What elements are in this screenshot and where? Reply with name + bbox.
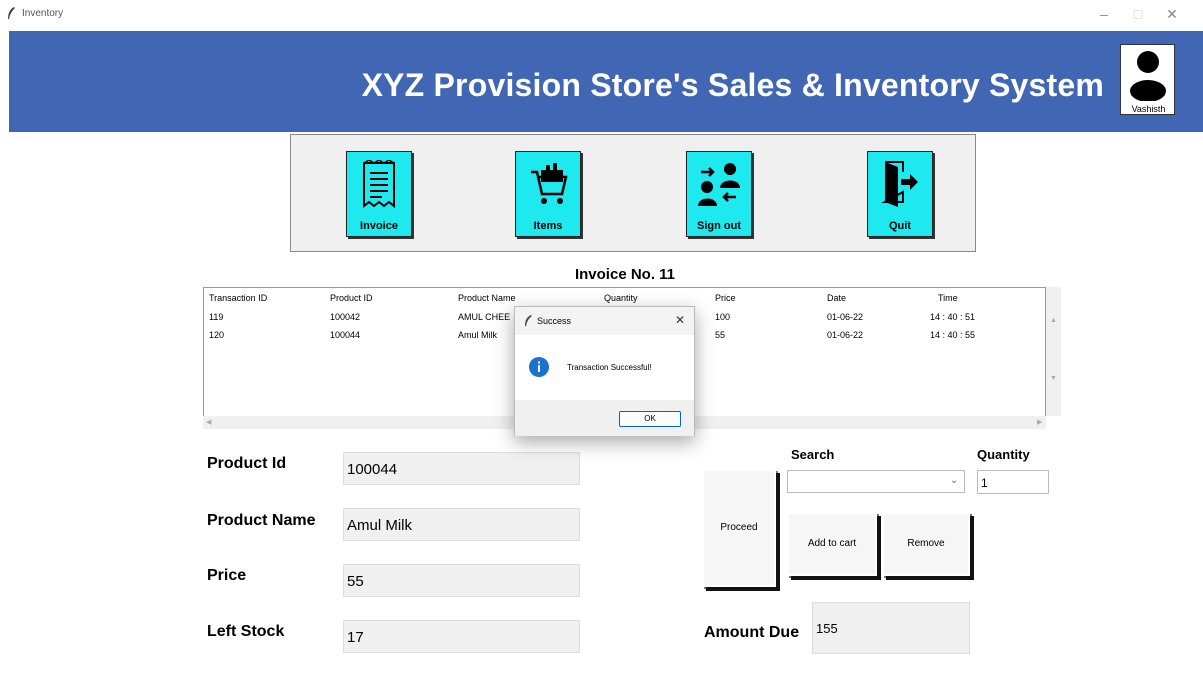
amount-due-value: 155 — [812, 602, 970, 654]
left-stock-label: Left Stock — [207, 623, 285, 640]
minimize-button[interactable]: – — [1094, 6, 1114, 22]
table-cell: 100044 — [330, 330, 361, 340]
invoice-button[interactable]: Invoice — [346, 151, 412, 237]
table-cell: 14 : 40 : 55 — [930, 330, 976, 340]
app-header: XYZ Provision Store's Sales & Inventory … — [9, 31, 1203, 132]
dialog-message: Transaction Successful! — [567, 363, 652, 372]
table-cell: 120 — [209, 330, 225, 340]
invoice-button-label: Invoice — [360, 220, 398, 232]
success-dialog: Success ✕ Transaction Successful! OK — [514, 306, 695, 436]
sign-out-button-label: Sign out — [697, 220, 741, 232]
table-cell: 01-06-22 — [827, 312, 864, 322]
quantity-input[interactable]: 1 — [977, 470, 1049, 494]
table-vertical-scrollbar[interactable]: ▲ ▼ — [1046, 287, 1061, 416]
close-icon[interactable]: ✕ — [675, 313, 685, 327]
receipt-icon — [363, 160, 395, 209]
column-header[interactable]: Product Name — [458, 293, 516, 303]
scroll-left-icon[interactable]: ◀ — [206, 418, 211, 426]
username-label: Vashisth — [1131, 104, 1166, 114]
scroll-up-icon[interactable]: ▲ — [1050, 317, 1057, 324]
table-cell: 100 — [715, 312, 731, 322]
search-label: Search — [791, 447, 835, 462]
proceed-button[interactable]: Proceed — [702, 469, 776, 587]
chevron-down-icon[interactable]: ⌄ — [950, 475, 958, 486]
table-cell: AMUL CHEE — [458, 312, 511, 322]
product-id-label: Product Id — [207, 455, 287, 472]
switch-user-icon — [698, 163, 740, 206]
info-icon — [529, 357, 549, 377]
table-cell: Amul Milk — [458, 330, 498, 340]
table-cell: 14 : 40 : 51 — [930, 312, 976, 322]
column-header[interactable]: Price — [715, 293, 736, 303]
price-field[interactable]: 55 — [343, 564, 580, 597]
quit-button[interactable]: Quit — [867, 151, 933, 237]
quit-button-label: Quit — [889, 220, 911, 232]
table-cell: 01-06-22 — [827, 330, 864, 340]
toolbar: Invoice Items Sign out Quit — [290, 134, 976, 252]
product-name-field[interactable]: Amul Milk — [343, 508, 580, 541]
ok-button[interactable]: OK — [619, 411, 681, 427]
feather-icon — [525, 315, 532, 326]
user-profile[interactable]: Vashisth — [1120, 44, 1175, 115]
exit-door-icon — [881, 161, 918, 207]
feather-icon — [8, 7, 15, 19]
window-titlebar: Inventory – □ ✕ — [0, 0, 1203, 31]
table-cell: 55 — [715, 330, 726, 340]
sign-out-button[interactable]: Sign out — [686, 151, 752, 237]
items-button-label: Items — [533, 220, 563, 232]
page-title: XYZ Provision Store's Sales & Inventory … — [361, 67, 1104, 103]
column-header[interactable]: Quantity — [604, 293, 638, 303]
column-header[interactable]: Product ID — [330, 293, 373, 303]
window-title: Inventory — [22, 8, 64, 19]
amount-due-label: Amount Due — [704, 624, 800, 641]
scroll-down-icon[interactable]: ▼ — [1050, 375, 1057, 382]
shopping-cart-icon — [531, 163, 568, 204]
table-cell: 119 — [209, 312, 224, 322]
scroll-right-icon[interactable]: ▶ — [1037, 418, 1042, 426]
search-combobox[interactable]: ⌄ — [787, 470, 965, 493]
close-window-button[interactable]: ✕ — [1162, 6, 1182, 23]
column-header[interactable]: Time — [938, 293, 958, 303]
quantity-label: Quantity — [977, 447, 1030, 462]
user-avatar-icon — [1130, 51, 1166, 101]
dialog-titlebar: Success ✕ — [515, 307, 694, 335]
dialog-title: Success — [537, 316, 572, 326]
price-label: Price — [207, 567, 247, 584]
product-id-field[interactable]: 100044 — [343, 452, 580, 485]
column-header[interactable]: Date — [827, 293, 846, 303]
add-to-cart-button[interactable]: Add to cart — [787, 512, 877, 576]
maximize-button[interactable]: □ — [1128, 6, 1148, 22]
left-stock-field[interactable]: 17 — [343, 620, 580, 653]
table-cell: 100042 — [330, 312, 361, 322]
items-button[interactable]: Items — [515, 151, 581, 237]
remove-button[interactable]: Remove — [882, 512, 970, 576]
column-header[interactable]: Transaction ID — [209, 293, 267, 303]
product-name-label: Product Name — [207, 512, 316, 529]
invoice-title: Invoice No. 11 — [574, 266, 676, 283]
